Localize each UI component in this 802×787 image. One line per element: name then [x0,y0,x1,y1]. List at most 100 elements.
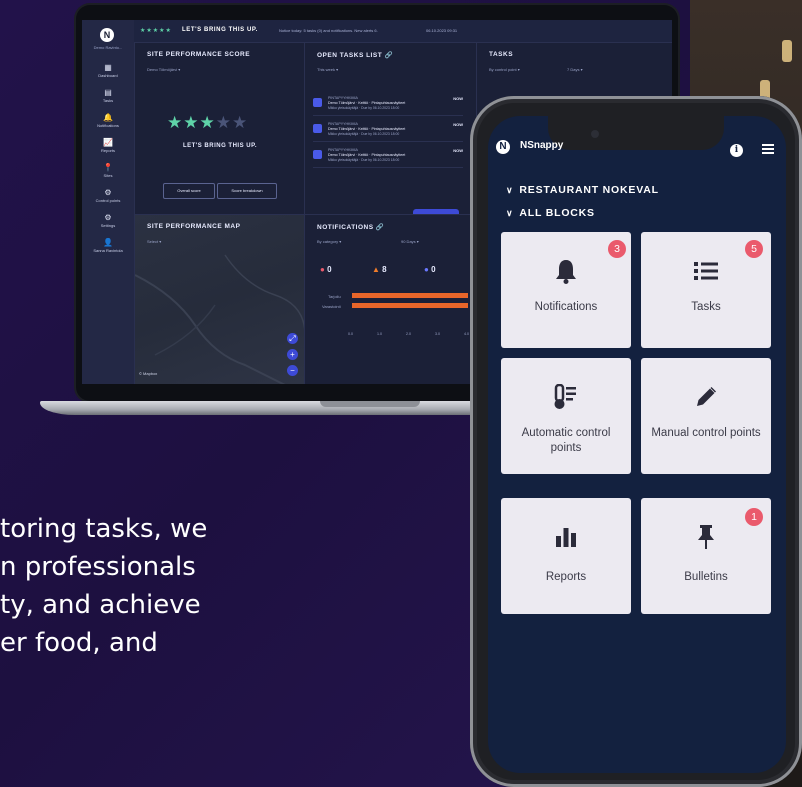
pencil-icon [641,382,771,412]
tasks-week-dropdown[interactable]: This week ▾ [317,67,338,72]
nsnappy-logo[interactable]: N [496,140,510,154]
tile-label: Notifications [534,301,598,313]
sidebar-item-user[interactable]: 👤 Sanna Ravintola [82,237,134,262]
notification-bar [352,293,468,298]
bell-icon [501,256,631,286]
tile-label: Reports [545,571,587,583]
control-point-dropdown[interactable]: By control point ▾ [489,67,520,72]
zoom-out-icon[interactable]: − [287,365,298,376]
sidebar-item-sites[interactable]: 📍 Sites [82,162,134,187]
task-row[interactable]: PINTAPYYHKIMIA Demo Tölmöjärvi · Keittiö… [313,145,463,168]
control-points-icon: ⚙ [104,188,112,197]
zoom-in-icon[interactable]: + [287,349,298,360]
score-panel-title: SITE PERFORMANCE SCORE [147,51,251,58]
info-icon[interactable]: i [730,144,743,157]
open-tasks-title: OPEN TASKS LIST 🔗 [317,52,394,59]
tile-label: Automatic control points [521,427,611,454]
score-panel: SITE PERFORMANCE SCORE Demo Tölmöjärvi ▾… [134,42,306,216]
link-icon: 🔗 [375,224,385,231]
axis-tick: 1.0 [377,332,382,336]
task-icon [313,98,322,107]
phone-camera [591,130,599,138]
pushpin-icon [641,522,771,552]
topbar-title: LET'S BRING THIS UP. [182,27,258,33]
info-count: ● 0 [424,265,436,274]
bulletins-badge: 1 [745,508,763,526]
laptop-sidebar: N Demo Ravinto... ▦ Dashboard ▤ Tasks 🔔 Not… [82,20,134,384]
topbar-notice: Notice today: 5 tasks (0) and notificati… [279,28,378,33]
intro-text: toring tasks, we n professionals ty, and… [0,514,208,658]
task-row[interactable]: PINTAPYYHKIMIA Demo Tölmöjärvi · Keittiö… [313,119,463,142]
sidebar-item-notifications[interactable]: 🔔 Notifications [82,112,134,137]
sidebar-nav: ▦ Dashboard ▤ Tasks 🔔 Notifications 📈 Report… [82,62,134,262]
task-status: NOW [453,96,463,101]
score-caption: LET'S BRING THIS UP. [183,143,257,149]
hamburger-menu-icon[interactable] [762,144,774,154]
link-icon: 🔗 [384,52,394,59]
app-name: NSnappy [520,140,564,151]
tasks-badge: 5 [745,240,763,258]
open-tasks-panel: OPEN TASKS LIST 🔗 This week ▾ PINTAPYYHK… [304,42,478,223]
sites-icon: 📍 [103,163,113,172]
expand-map-icon[interactable]: ⤢ [287,333,298,344]
tile-bulletins[interactable]: Bulletins 1 [641,498,771,614]
critical-count: ● 0 [320,265,332,274]
tasks-title: TASKS [489,51,514,58]
score-breakdown-button[interactable]: Score breakdown [217,183,277,199]
chevron-down-icon: ∨ [506,208,514,218]
axis-tick: 3.0 [435,332,440,336]
task-status: NOW [453,148,463,153]
notification-badge: 3 [608,240,626,258]
task-status: NOW [453,122,463,127]
axis-tick: 2.0 [406,332,411,336]
task-icon [313,124,322,133]
topbar-stars: ★★★★★ [140,28,172,34]
score-stars: ★★★★★ [167,113,249,132]
task-row[interactable]: PINTAPYYHKIMIA Demo Tölmöjärvi · Keittiö… [313,93,463,116]
task-icon [313,150,322,159]
tile-label: Tasks [691,301,721,313]
breadcrumb-all-blocks[interactable]: ∨ ALL BLOCKS [506,207,595,219]
axis-tick: 4.0 [464,332,469,336]
notification-bar [352,303,468,308]
notif-days-dropdown[interactable]: 90 Days ▾ [401,239,419,244]
site-dropdown[interactable]: Demo Tölmöjärvi ▾ [147,67,180,72]
bar-label: Tarjoilu [328,294,341,299]
notifications-icon: 🔔 [103,113,113,122]
thermometer-icon [501,382,631,412]
phone-notch [548,116,724,150]
tile-notifications[interactable]: Notifications 3 [501,232,631,348]
site-name-label: Demo Ravinto... [93,45,123,50]
dashboard-icon: ▦ [104,63,112,72]
map-panel: SITE PERFORMANCE MAP Select ▾ ⤢ + − © Ma… [134,214,306,384]
settings-icon: ⚙ [104,213,112,222]
notifications-title: NOTIFICATIONS 🔗 [317,224,385,231]
sidebar-item-reports[interactable]: 📈 Reports [82,137,134,162]
tile-label: Manual control points [651,427,761,439]
sidebar-item-settings[interactable]: ⚙ Settings [82,212,134,237]
category-dropdown[interactable]: By category ▾ [317,239,341,244]
tile-tasks[interactable]: Tasks 5 [641,232,771,348]
overall-score-button[interactable]: Overall score [163,183,215,199]
chevron-down-icon: ∨ [506,185,514,195]
list-icon [641,256,771,286]
bar-chart-icon [501,522,631,552]
map-select-dropdown[interactable]: Select ▾ [147,239,161,244]
mapbox-attribution: © Mapbox [139,371,158,376]
tile-manual-control-points[interactable]: Manual control points [641,358,771,474]
sidebar-item-control-points[interactable]: ⚙ Control points [82,187,134,212]
axis-tick: 0.0 [348,332,353,336]
tile-reports[interactable]: Reports [501,498,631,614]
app-logo[interactable]: N [100,28,114,42]
reports-icon: 📈 [103,138,113,147]
laptop-topbar: ★★★★★ LET'S BRING THIS UP. Notice today:… [134,20,672,43]
sidebar-item-tasks[interactable]: ▤ Tasks [82,87,134,112]
laptop-notch [320,401,420,407]
tasks-icon: ▤ [104,88,112,97]
bar-label: Varastointi [322,304,341,309]
breadcrumb-restaurant[interactable]: ∨ RESTAURANT NOKEVAL [506,184,659,196]
sidebar-item-dashboard[interactable]: ▦ Dashboard [82,62,134,87]
tile-automatic-control-points[interactable]: Automatic control points [501,358,631,474]
days-dropdown[interactable]: 7 Days ▾ [567,67,583,72]
tile-label: Bulletins [684,571,728,583]
